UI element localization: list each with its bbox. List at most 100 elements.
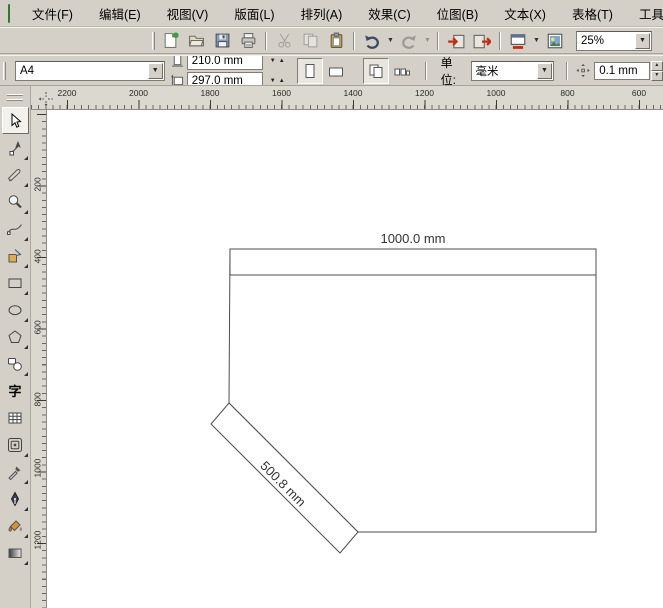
polygon-tool[interactable] [2, 323, 29, 350]
paste-clipboard-icon [330, 32, 342, 48]
page-width-spinner[interactable]: ▼ ▲ [270, 58, 285, 64]
portrait-button[interactable] [296, 57, 323, 84]
welcome-screen-button[interactable] [542, 30, 568, 52]
flyout-indicator [23, 453, 28, 457]
vruler-label: 600 [32, 320, 43, 335]
paint-bucket-icon [8, 519, 22, 532]
open-button[interactable] [183, 30, 209, 52]
drawing-svg: 1000.0 mm 500.8 mm [210, 231, 597, 554]
facing-pages-icon [394, 68, 410, 75]
flyout-indicator [23, 507, 28, 511]
all-pages-button[interactable] [362, 57, 389, 84]
basic-shapes-icon [8, 357, 22, 371]
undo-arrow-icon [365, 34, 379, 49]
redo-dropdown[interactable]: ▼ [422, 30, 433, 52]
paper-preset-combo[interactable]: A4 ▼ [14, 60, 165, 81]
flyout-indicator [23, 534, 28, 538]
units-value: 毫米 [475, 65, 499, 78]
paper-preset-value: A4 [19, 64, 35, 77]
menu-bitmaps[interactable]: 位图(B) [424, 0, 492, 26]
landscape-button[interactable] [323, 58, 349, 84]
redo-arrow-icon [402, 34, 416, 49]
print-button[interactable] [235, 30, 261, 52]
facing-pages-button[interactable] [389, 58, 415, 84]
page-height-spinner[interactable]: ▼ ▲ [270, 78, 285, 84]
ellipse-tool[interactable] [2, 296, 29, 323]
undo-dropdown[interactable]: ▼ [385, 30, 396, 52]
zoom-dropdown-button[interactable]: ▼ [635, 32, 650, 49]
menu-text[interactable]: 文本(X) [491, 0, 559, 26]
page-height-field[interactable]: 297.0 mm [186, 71, 263, 85]
printer-icon [241, 33, 255, 48]
app-document-icon[interactable] [8, 3, 10, 23]
application-launcher-dropdown[interactable]: ▼ [531, 30, 542, 52]
propbar-grip[interactable] [3, 61, 6, 80]
vruler-label: 1000 [32, 458, 43, 478]
text-tool[interactable]: 字 [2, 377, 29, 404]
units-combo[interactable]: 毫米 ▼ [470, 60, 555, 81]
nudge-spinner[interactable]: ▲ ▼ [650, 60, 663, 81]
menu-arrange[interactable]: 排列(A) [288, 0, 356, 26]
export-button[interactable] [469, 30, 495, 52]
page-width-field[interactable]: 210.0 mm [186, 56, 263, 70]
ellipse-icon [8, 304, 22, 315]
flyout-indicator [23, 372, 28, 376]
interactive-fill-tool[interactable] [2, 539, 29, 566]
new-button[interactable] [157, 30, 183, 52]
hruler-label: 2200 [57, 88, 77, 98]
smart-fill-tool[interactable] [2, 242, 29, 269]
paste-button[interactable] [323, 30, 349, 52]
pick-tool[interactable] [1, 107, 29, 134]
top-dimension-bar[interactable] [229, 248, 597, 276]
flyout-indicator [23, 561, 28, 565]
scissors-icon [277, 33, 291, 48]
fill-tool[interactable] [2, 512, 29, 539]
menu-layout[interactable]: 版面(L) [221, 0, 287, 26]
hruler-label: 1200 [415, 88, 434, 98]
redo-button[interactable] [396, 30, 422, 52]
crop-tool[interactable] [2, 161, 29, 188]
hruler-label: 1800 [200, 88, 220, 98]
top-dimension-label[interactable]: 1000.0 mm [380, 231, 445, 246]
menu-view[interactable]: 视图(V) [154, 0, 222, 26]
eyedropper-tool[interactable] [2, 458, 29, 485]
all-pages-icon [369, 64, 383, 78]
vertical-ruler[interactable]: 200 400 600 800 1000 1200 [31, 110, 47, 608]
menu-bar: 文件(F) 编辑(E) 视图(V) 版面(L) 排列(A) 效果(C) 位图(B… [0, 0, 663, 27]
nudge-offset-field[interactable]: 0.1 mm [594, 61, 650, 80]
vruler-label: 800 [32, 391, 43, 406]
ruler-origin[interactable] [38, 91, 54, 107]
copy-button[interactable] [297, 30, 323, 52]
contour-tool[interactable] [2, 431, 29, 458]
zoom-tool[interactable] [2, 188, 29, 215]
flyout-indicator [23, 345, 28, 349]
menu-table[interactable]: 表格(T) [559, 0, 626, 26]
basic-shapes-tool[interactable] [2, 350, 29, 377]
units-dropdown[interactable]: ▼ [537, 62, 553, 79]
undo-button[interactable] [359, 30, 385, 52]
freehand-tool[interactable] [2, 215, 29, 242]
menu-file[interactable]: 文件(F) [19, 0, 86, 26]
coreldraw-window: 文件(F) 编辑(E) 视图(V) 版面(L) 排列(A) 效果(C) 位图(B… [0, 0, 663, 608]
shape-tool[interactable] [2, 134, 29, 161]
toolbox-grip[interactable] [7, 94, 23, 101]
save-button[interactable] [209, 30, 235, 52]
vruler-label: 400 [32, 248, 43, 263]
menu-edit[interactable]: 编辑(E) [86, 0, 154, 26]
horizontal-ruler[interactable]: 2200 2000 1800 1600 1400 1200 1000 800 6… [31, 86, 663, 110]
cut-button[interactable] [271, 30, 297, 52]
drawing-canvas[interactable]: 1000.0 mm 500.8 mm [47, 110, 663, 608]
paper-preset-dropdown[interactable]: ▼ [147, 62, 163, 79]
import-button[interactable] [443, 30, 469, 52]
flyout-indicator [23, 318, 28, 322]
menu-tools[interactable]: 工具(O) [626, 0, 663, 26]
table-tool[interactable] [2, 404, 29, 431]
menu-effects[interactable]: 效果(C) [355, 0, 423, 26]
outline-tool[interactable] [2, 485, 29, 512]
eyedropper-icon [8, 466, 21, 480]
zoom-level-combo[interactable]: 25% ▼ [576, 30, 652, 51]
open-folder-icon [188, 35, 204, 47]
toolbar-grip[interactable] [152, 31, 155, 50]
rectangle-tool[interactable] [2, 269, 29, 296]
application-launcher-button[interactable] [505, 30, 531, 52]
